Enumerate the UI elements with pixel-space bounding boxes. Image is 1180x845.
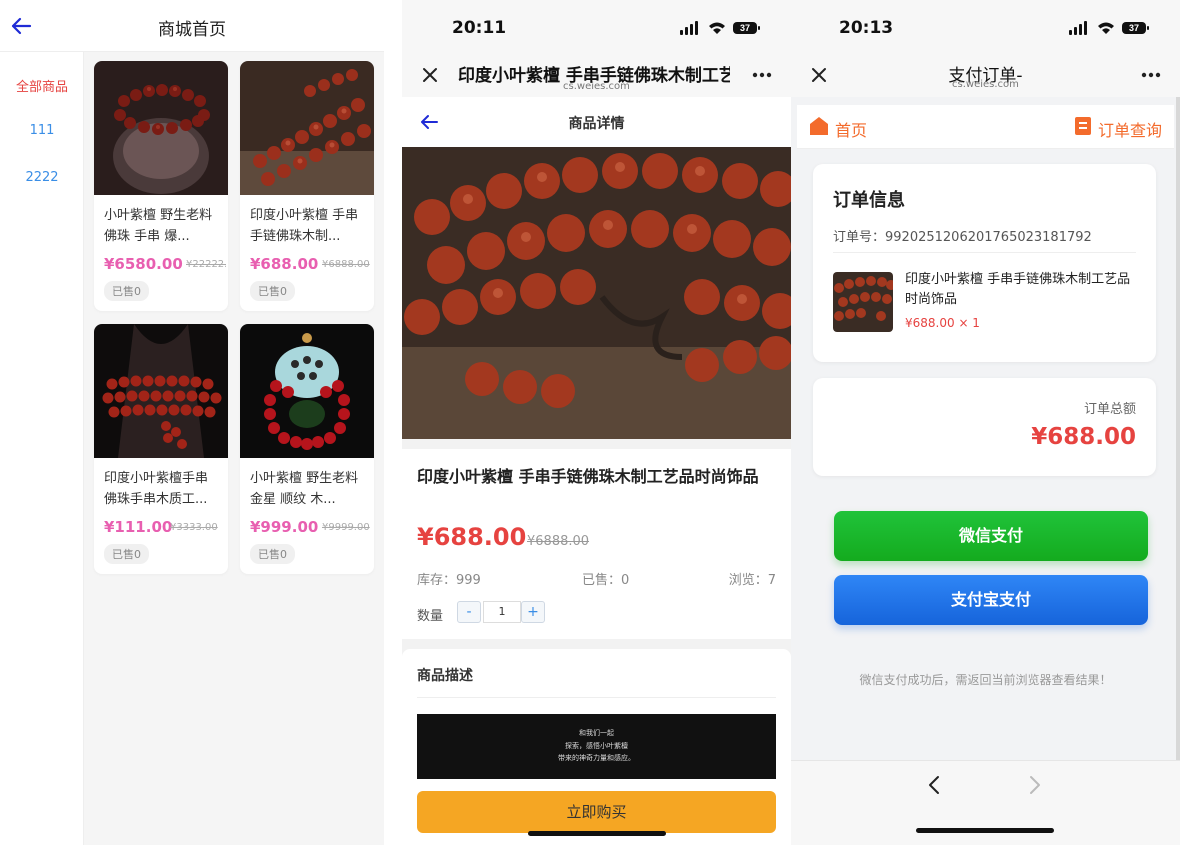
home-link[interactable]: 首页 xyxy=(835,117,867,141)
product-name: 印度小叶紫檀 手串手链佛珠木制工艺品时尚饰品 xyxy=(417,467,759,486)
view-count: 浏览：7 xyxy=(728,573,776,588)
product-card[interactable]: 小叶紫檀 野生老料金星 顺纹 木... ¥999.00 ¥9999.00 已售0 xyxy=(240,324,374,574)
status-icons: 37 xyxy=(680,21,760,35)
detail-title: 商品详情 xyxy=(568,116,625,132)
order-product-price: ¥688.00 × 1 xyxy=(905,316,980,330)
more-icon[interactable] xyxy=(1141,72,1161,78)
product-card[interactable]: 小叶紫檀 野生老料 佛珠 手串 爆... ¥6580.00 ¥22222. 已售… xyxy=(94,61,228,311)
order-list-icon[interactable] xyxy=(1074,116,1092,136)
stock-count: 库存：999 xyxy=(417,573,481,588)
home-indicator xyxy=(528,831,666,836)
category-all[interactable]: 全部商品 xyxy=(0,76,84,95)
product-hero-image xyxy=(402,147,791,439)
product-price: ¥6580.00 xyxy=(104,255,183,273)
payment-top-nav: 首页 订单查询 xyxy=(797,105,1174,149)
wechat-pay-button[interactable]: 微信支付 xyxy=(834,511,1148,561)
product-old-price: ¥9999.00 xyxy=(322,522,370,533)
product-image xyxy=(240,324,374,458)
scrollbar[interactable] xyxy=(1176,97,1180,760)
payment-note: 微信支付成功后，需返回当前浏览器查看结果！ xyxy=(859,673,1112,687)
product-image xyxy=(240,61,374,195)
home-icon[interactable] xyxy=(809,116,829,136)
product-name: 印度小叶紫檀 手串手链佛珠木制... xyxy=(250,208,359,244)
page-title: 商城首页 xyxy=(158,20,226,40)
product-image xyxy=(94,61,228,195)
category-2222[interactable]: 2222 xyxy=(0,170,84,185)
product-card[interactable]: 印度小叶紫檀手串佛珠手串木质工... ¥111.00 ¥3333.00 已售0 xyxy=(94,324,228,574)
wifi-icon xyxy=(709,22,725,34)
buy-bar: 立即购买 xyxy=(402,779,791,845)
product-info: 印度小叶紫檀 手串手链佛珠木制工艺品时尚饰品 ¥688.00 ¥6888.00 … xyxy=(402,449,791,639)
battery-level: 37 xyxy=(740,23,750,33)
divider xyxy=(417,697,776,698)
product-old-price: ¥6888.00 xyxy=(322,259,370,270)
product-price: ¥688.00 xyxy=(417,523,527,551)
browser-domain: cs.weies.com xyxy=(952,79,1019,90)
total-amount: ¥688.00 xyxy=(1031,424,1136,450)
quantity-plus-button[interactable]: + xyxy=(521,601,545,623)
more-icon[interactable] xyxy=(752,72,772,78)
product-name: 小叶紫檀 野生老料金星 顺纹 木... xyxy=(250,471,359,507)
product-card[interactable]: 印度小叶紫檀 手串手链佛珠木制... ¥688.00 ¥6888.00 已售0 xyxy=(240,61,374,311)
category-111[interactable]: 111 xyxy=(0,123,84,138)
browser-domain: cs.weies.com xyxy=(563,81,630,92)
product-old-price: ¥6888.00 xyxy=(527,534,590,549)
sold-count: 已售：0 xyxy=(582,573,630,588)
browser-back-icon[interactable] xyxy=(927,775,941,795)
browser-forward-icon[interactable] xyxy=(1028,775,1042,795)
browser-bottom-bar xyxy=(791,760,1180,845)
sold-badge: 已售0 xyxy=(250,281,295,301)
status-icons: 37 xyxy=(1069,21,1149,35)
product-image xyxy=(94,324,228,458)
banner-line: 和我们一起 xyxy=(579,729,614,737)
browser-top-bar: 20:11 37 印度小叶紫檀 手串手链佛珠木制工艺 cs.weies.com xyxy=(402,0,791,97)
description-title: 商品描述 xyxy=(417,668,473,684)
product-old-price: ¥22222. xyxy=(186,259,226,270)
order-product-thumbnail xyxy=(833,272,893,332)
product-name: 印度小叶紫檀手串佛珠手串木质工... xyxy=(104,471,209,507)
order-number: 订单号：992025120620176502318179​2 xyxy=(833,230,1092,245)
product-old-price: ¥3333.00 xyxy=(170,522,218,533)
wifi-icon xyxy=(1098,22,1114,34)
description-banner: 和我们一起 探索，感悟小叶紫檀 带来的神奇力量和感应。 xyxy=(417,714,776,779)
shop-home-panel: 商城首页 全部商品 111 2222 小叶紫檀 野生老料 佛珠 手串 爆... … xyxy=(0,0,384,845)
buy-now-button[interactable]: 立即购买 xyxy=(417,791,776,833)
battery-level: 37 xyxy=(1129,23,1139,33)
browser-top-bar: 20:13 37 支付订单- cs.weies.com xyxy=(791,0,1180,97)
total-label: 订单总额 xyxy=(1083,402,1136,417)
status-time: 20:11 xyxy=(452,18,507,38)
status-time: 20:13 xyxy=(839,18,894,38)
product-detail-panel: 20:11 37 印度小叶紫檀 手串手链佛珠木制工艺 cs.weies.com … xyxy=(402,0,791,845)
order-info-title: 订单信息 xyxy=(833,190,905,211)
product-price: ¥111.00 xyxy=(104,518,173,536)
order-total-card: 订单总额 ¥688.00 xyxy=(813,378,1156,476)
banner-line: 带来的神奇力量和感应。 xyxy=(558,754,635,762)
payment-page: 首页 订单查询 订单信息 订单号：99202512062017650231817… xyxy=(797,97,1174,760)
sold-badge: 已售0 xyxy=(104,544,149,564)
order-info-card: 订单信息 订单号：992025120620176502318179​2 印度小叶… xyxy=(813,164,1156,362)
quantity-minus-button[interactable]: - xyxy=(457,601,481,623)
quantity-label: 数量 xyxy=(417,609,444,624)
close-icon[interactable] xyxy=(422,67,438,83)
product-price: ¥999.00 xyxy=(250,518,319,536)
divider xyxy=(833,252,1136,253)
product-name: 小叶紫檀 野生老料 佛珠 手串 爆... xyxy=(104,208,213,244)
category-sidebar: 全部商品 111 2222 xyxy=(0,52,84,845)
home-indicator xyxy=(916,828,1054,833)
alipay-button[interactable]: 支付宝支付 xyxy=(834,575,1148,625)
order-product-name: 印度小叶紫檀 手串手链佛珠木制工艺品时尚饰品 xyxy=(905,272,1131,307)
shop-header: 商城首页 xyxy=(0,0,384,52)
order-query-link[interactable]: 订单查询 xyxy=(1098,117,1162,141)
payment-panel: 20:13 37 支付订单- cs.weies.com 首页 订单查询 订单信息… xyxy=(791,0,1180,845)
quantity-input[interactable]: 1 xyxy=(483,601,521,623)
product-price: ¥688.00 xyxy=(250,255,319,273)
detail-header: 商品详情 xyxy=(402,97,791,147)
sold-badge: 已售0 xyxy=(250,544,295,564)
sold-badge: 已售0 xyxy=(104,281,149,301)
banner-line: 探索，感悟小叶紫檀 xyxy=(565,742,628,750)
